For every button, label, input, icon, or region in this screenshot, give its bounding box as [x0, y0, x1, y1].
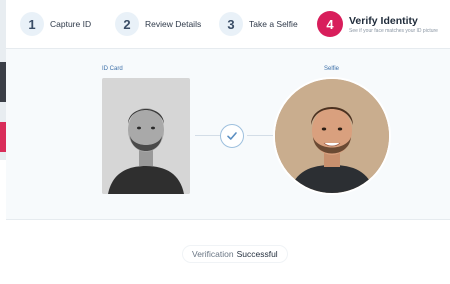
verification-status: Verification Successful	[183, 246, 287, 262]
step-label: Review Details	[145, 19, 202, 29]
check-icon	[227, 132, 237, 140]
identity-verification-panel: 1 Capture ID 2 Review Details 3 Take a S…	[6, 0, 450, 284]
step-capture-id[interactable]: 1 Capture ID	[20, 10, 91, 38]
step-label: Capture ID	[50, 19, 92, 29]
step-title: Verify Identity	[349, 14, 418, 27]
status-result: Successful	[236, 249, 278, 259]
step-number: 3	[219, 12, 243, 36]
person-portrait-color	[275, 79, 389, 193]
progress-stepper: 1 Capture ID 2 Review Details 3 Take a S…	[6, 0, 450, 49]
step-subtitle: See if your face matches your ID picture	[349, 27, 438, 34]
step-number: 1	[20, 12, 44, 36]
step-number-active: 4	[317, 11, 343, 37]
match-indicator	[220, 124, 244, 148]
step-number: 2	[115, 12, 139, 36]
selfie-photo	[273, 77, 391, 195]
step-review-details[interactable]: 2 Review Details	[115, 10, 201, 38]
person-portrait-grayscale	[102, 78, 190, 194]
id-card-label: ID Card	[102, 66, 123, 72]
step-text: Verify Identity See if your face matches…	[349, 15, 438, 34]
selfie-label: Selfie	[324, 66, 340, 72]
connector-line-right	[247, 135, 273, 136]
step-take-selfie[interactable]: 3 Take a Selfie	[219, 10, 298, 38]
step-label: Take a Selfie	[249, 19, 298, 29]
status-prefix: Verification	[192, 249, 234, 259]
comparison-area: ID Card Selfie	[6, 49, 450, 220]
id-card-photo	[102, 78, 190, 194]
step-verify-identity[interactable]: 4 Verify Identity See if your face match…	[317, 10, 438, 38]
connector-line-left	[195, 135, 221, 136]
